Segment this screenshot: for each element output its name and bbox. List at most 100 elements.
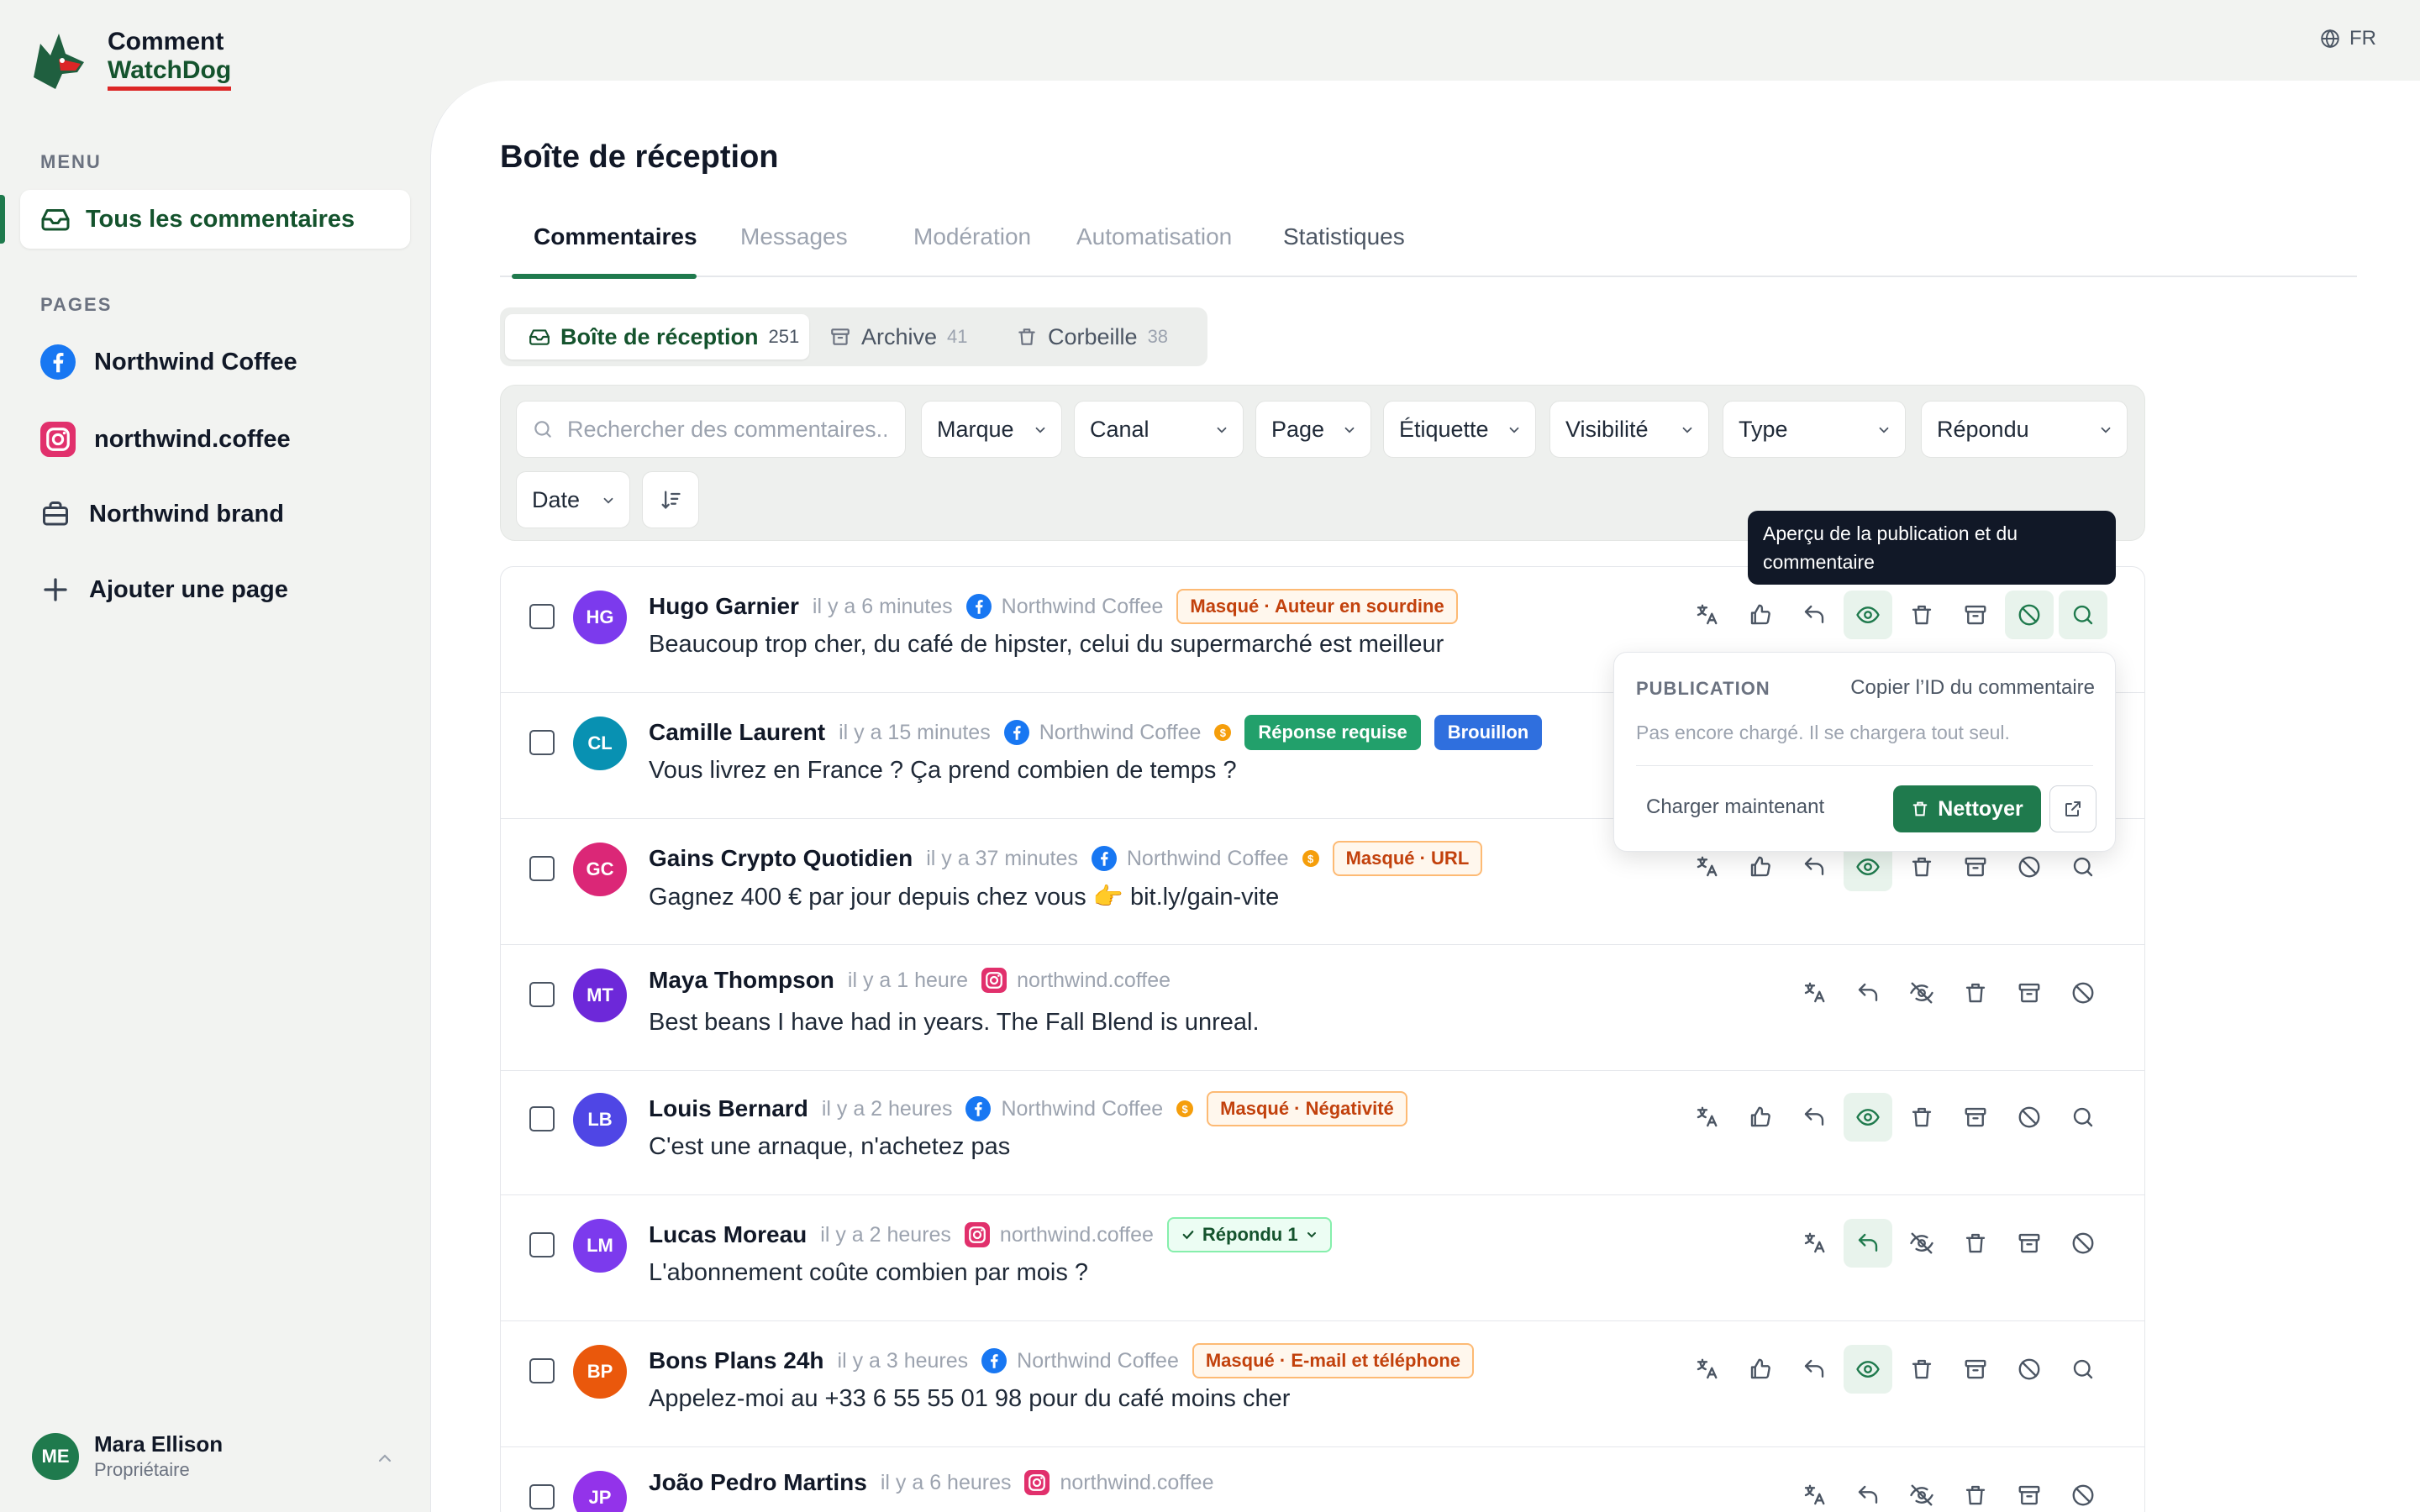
language-switcher[interactable]: FR <box>2319 27 2376 50</box>
block-button[interactable] <box>2059 969 2107 1017</box>
preview-button[interactable] <box>1844 591 1892 639</box>
block-button[interactable] <box>2005 1345 2054 1394</box>
delete-button[interactable] <box>1951 1219 2000 1268</box>
add-page-button[interactable]: Ajouter une page <box>40 575 288 605</box>
comment-author[interactable]: Louis Bernard <box>649 1095 808 1122</box>
search-input[interactable]: Rechercher des commentaires... <box>516 401 906 458</box>
row-checkbox[interactable] <box>529 730 555 755</box>
reply-button[interactable] <box>1790 591 1839 639</box>
sidebar-page-northwind-instagram[interactable]: northwind.coffee <box>40 422 291 457</box>
translate-button[interactable] <box>1682 1093 1731 1142</box>
like-button[interactable] <box>1736 591 1785 639</box>
filter-repondu[interactable]: Répondu <box>1921 401 2128 458</box>
reply-button[interactable] <box>1790 1345 1839 1394</box>
tab-messages[interactable]: Messages <box>740 223 848 277</box>
row-checkbox[interactable] <box>529 982 555 1007</box>
sidebar-page-northwind-coffee[interactable]: Northwind Coffee <box>40 344 297 380</box>
comment-author[interactable]: Gains Crypto Quotidien <box>649 845 913 872</box>
reply-button[interactable] <box>1790 1093 1839 1142</box>
comment-source[interactable]: Northwind Coffee <box>965 594 1163 619</box>
inspect-button[interactable] <box>2059 591 2107 639</box>
like-button[interactable] <box>1736 1093 1785 1142</box>
sidebar-item-all-comments[interactable]: Tous les commentaires <box>20 190 410 249</box>
reply-button[interactable] <box>1844 1219 1892 1268</box>
block-button[interactable] <box>2005 591 2054 639</box>
comment-author[interactable]: Camille Laurent <box>649 719 825 746</box>
segment-archive[interactable]: Archive 41 <box>829 314 968 360</box>
archive-button[interactable] <box>2005 1471 2054 1512</box>
comment-row[interactable]: LM Lucas Moreau il y a 2 heures northwind.c… <box>501 1195 2144 1321</box>
translate-button[interactable] <box>1790 1219 1839 1268</box>
tab-commentaires[interactable]: Commentaires <box>534 223 697 277</box>
reply-button[interactable] <box>1844 969 1892 1017</box>
archive-button[interactable] <box>2005 969 2054 1017</box>
tab-statistiques[interactable]: Statistiques <box>1283 223 1405 277</box>
block-button[interactable] <box>2005 1093 2054 1142</box>
comment-author[interactable]: Lucas Moreau <box>649 1221 807 1248</box>
sidebar-page-northwind-brand[interactable]: Northwind brand <box>40 499 284 529</box>
inspect-button[interactable] <box>2059 1345 2107 1394</box>
like-button[interactable] <box>1736 1345 1785 1394</box>
archive-button[interactable] <box>1951 1345 2000 1394</box>
filter-visibilite[interactable]: Visibilité <box>1549 401 1709 458</box>
tab-automatisation[interactable]: Automatisation <box>1076 223 1232 277</box>
filter-marque[interactable]: Marque <box>921 401 1062 458</box>
tab-moderation[interactable]: Modération <box>913 223 1031 277</box>
row-checkbox[interactable] <box>529 1106 555 1131</box>
translate-button[interactable] <box>1790 1471 1839 1512</box>
segment-trash[interactable]: Corbeille 38 <box>1016 314 1168 360</box>
translate-button[interactable] <box>1790 969 1839 1017</box>
archive-button[interactable] <box>2005 1219 2054 1268</box>
archive-button[interactable] <box>1951 1093 2000 1142</box>
copy-comment-id-button[interactable]: Copier l’ID du commentaire <box>1850 676 2095 700</box>
inspect-button[interactable] <box>2059 1093 2107 1142</box>
filter-canal[interactable]: Canal <box>1074 401 1244 458</box>
comment-source[interactable]: Northwind Coffee <box>1003 720 1201 745</box>
filter-etiquette[interactable]: Étiquette <box>1383 401 1536 458</box>
row-checkbox[interactable] <box>529 1484 555 1509</box>
block-button[interactable] <box>2059 1219 2107 1268</box>
block-button[interactable] <box>2059 1471 2107 1512</box>
row-checkbox[interactable] <box>529 1358 555 1383</box>
preview-button[interactable] <box>1844 1093 1892 1142</box>
segment-inbox[interactable]: Boîte de réception 251 <box>505 314 809 360</box>
row-checkbox[interactable] <box>529 1232 555 1257</box>
sort-button[interactable] <box>642 471 699 528</box>
comment-author[interactable]: Bons Plans 24h <box>649 1347 824 1374</box>
status-badge[interactable]: Répondu 1 <box>1166 1217 1332 1252</box>
archive-button[interactable] <box>1951 591 2000 639</box>
clean-button[interactable]: Nettoyer <box>1893 785 2041 832</box>
comment-row[interactable]: BP Bons Plans 24h il y a 3 heures Northwind… <box>501 1321 2144 1447</box>
app-logo[interactable]: Comment WatchDog <box>25 25 232 92</box>
delete-button[interactable] <box>1897 1093 1946 1142</box>
comment-source[interactable]: Northwind Coffee <box>1091 846 1289 871</box>
row-checkbox[interactable] <box>529 856 555 881</box>
row-checkbox[interactable] <box>529 604 555 629</box>
filter-type[interactable]: Type <box>1723 401 1906 458</box>
comment-source[interactable]: Northwind Coffee <box>965 1096 1163 1121</box>
delete-button[interactable] <box>1897 591 1946 639</box>
comment-author[interactable]: João Pedro Martins <box>649 1469 867 1496</box>
translate-button[interactable] <box>1682 1345 1731 1394</box>
comment-author[interactable]: Hugo Garnier <box>649 593 799 620</box>
user-menu[interactable]: ME Mara Ellison Propriétaire <box>32 1431 223 1481</box>
filter-page[interactable]: Page <box>1255 401 1371 458</box>
comment-author[interactable]: Maya Thompson <box>649 967 834 994</box>
comment-source[interactable]: northwind.coffee <box>981 968 1171 993</box>
delete-button[interactable] <box>1897 1345 1946 1394</box>
comment-row[interactable]: JP João Pedro Martins il y a 6 heures north… <box>501 1447 2144 1512</box>
preview-button[interactable] <box>1844 1345 1892 1394</box>
delete-button[interactable] <box>1951 1471 2000 1512</box>
delete-button[interactable] <box>1951 969 2000 1017</box>
comment-row[interactable]: LB Louis Bernard il y a 2 heures Northwind … <box>501 1069 2144 1195</box>
comment-source[interactable]: Northwind Coffee <box>981 1348 1179 1373</box>
filter-date[interactable]: Date <box>516 471 630 528</box>
reply-button[interactable] <box>1844 1471 1892 1512</box>
comment-row[interactable]: MT Maya Thompson il y a 1 heure northwind.c… <box>501 945 2144 1071</box>
comment-source[interactable]: northwind.coffee <box>1024 1470 1213 1495</box>
unhide-button[interactable] <box>1897 1219 1946 1268</box>
load-now-button[interactable]: Charger maintenant <box>1646 795 1824 819</box>
comment-source[interactable]: northwind.coffee <box>964 1222 1154 1247</box>
unhide-button[interactable] <box>1897 1471 1946 1512</box>
chevron-up-icon[interactable] <box>375 1448 395 1468</box>
